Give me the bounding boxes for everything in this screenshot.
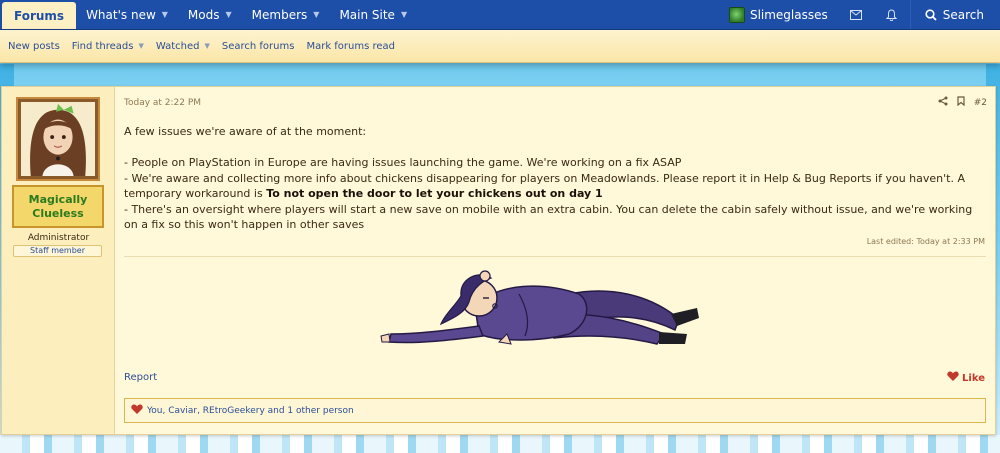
search-button[interactable]: Search [909, 0, 1000, 29]
avatar-image [21, 102, 95, 176]
tab-forums[interactable]: Forums [2, 2, 77, 29]
like-label: Like [962, 372, 985, 384]
link-label: Watched [155, 40, 200, 52]
account-menu[interactable]: Slimeglasses [719, 0, 838, 29]
tab-label: Forums [14, 8, 65, 23]
tab-main-site[interactable]: Main Site ▼ [329, 0, 417, 29]
post-line: - There's an oversight where players wil… [124, 202, 973, 232]
share-icon[interactable] [938, 96, 948, 109]
post-line: - People on PlayStation in Europe are ha… [124, 156, 682, 169]
post-date[interactable]: Today at 2:22 PM [124, 98, 201, 108]
search-label: Search [942, 7, 984, 22]
user-title: Administrator [27, 233, 90, 243]
reactions-text[interactable]: You, Caviar, REtroGeekery and 1 other pe… [147, 406, 354, 416]
link-label: New posts [8, 40, 60, 52]
lying-character-illustration [380, 270, 699, 345]
tab-whats-new[interactable]: What's new ▼ [76, 0, 178, 29]
chevron-down-icon: ▼ [400, 10, 408, 19]
link-label: Find threads [71, 40, 134, 52]
chevron-down-icon: ▼ [161, 10, 168, 19]
tab-label: What's new [86, 7, 156, 22]
tab-label: Members [251, 7, 308, 22]
reactions-bar[interactable]: You, Caviar, REtroGeekery and 1 other pe… [124, 398, 986, 423]
author-name: Magically Clueless [29, 193, 88, 221]
post-user-column: Magically Clueless Administrator Staff me… [2, 87, 115, 434]
heart-icon [947, 371, 959, 385]
like-button[interactable]: Like [947, 371, 985, 385]
username-badge[interactable]: Magically Clueless [12, 185, 104, 228]
new-posts-link[interactable]: New posts [8, 41, 60, 52]
post-line-bold: To not open the door to let your chicken… [266, 187, 603, 200]
post-actions: #2 [938, 96, 987, 109]
chevron-down-icon: ▼ [204, 42, 210, 50]
chevron-down-icon: ▼ [138, 42, 144, 50]
post-main: Today at 2:22 PM #2 A few issues we're a… [124, 87, 989, 434]
tab-members[interactable]: Members ▼ [242, 0, 330, 29]
staff-badge: Staff member [13, 245, 102, 257]
inbox-icon[interactable] [838, 0, 874, 29]
avatar [728, 6, 745, 23]
find-threads-link[interactable]: Find threads ▼ [72, 41, 144, 52]
post-intro: A few issues we're aware of at the momen… [124, 125, 367, 138]
link-label: Search forums [221, 40, 295, 52]
heart-icon [131, 404, 143, 418]
post-line: - We're aware and collecting more info a… [124, 171, 984, 202]
bell-icon[interactable] [874, 0, 910, 29]
sub-nav: New posts Find threads ▼ Watched ▼ Search … [0, 30, 1000, 63]
tab-mods[interactable]: Mods ▼ [178, 0, 242, 29]
mark-forums-read-link[interactable]: Mark forums read [306, 41, 395, 52]
last-edited: Last edited: Today at 2:33 PM [866, 237, 985, 246]
username: Slimeglasses [749, 7, 828, 22]
top-nav: Forums What's new ▼ Mods ▼ Members ▼ Main S… [0, 0, 1000, 30]
post-body: A few issues we're aware of at the momen… [124, 124, 984, 233]
report-link[interactable]: Report [124, 372, 157, 383]
divider [124, 256, 986, 257]
author-name-line1: Magically [28, 192, 88, 206]
post: Magically Clueless Administrator Staff me… [1, 86, 996, 435]
chevron-down-icon: ▼ [225, 10, 232, 19]
background-bottom [0, 435, 1000, 453]
author-name-line2: Clueless [32, 206, 84, 220]
avatar[interactable] [16, 97, 100, 181]
post-number[interactable]: #2 [974, 98, 987, 108]
tab-label: Main Site [339, 7, 395, 22]
search-icon [925, 8, 937, 21]
link-label: Mark forums read [306, 40, 396, 52]
tab-label: Mods [187, 7, 220, 22]
nav-right: Slimeglasses Search [719, 0, 1000, 29]
watched-link[interactable]: Watched ▼ [156, 41, 210, 52]
chevron-down-icon: ▼ [313, 10, 320, 19]
search-forums-link[interactable]: Search forums [222, 41, 295, 52]
bookmark-icon[interactable] [957, 96, 965, 109]
